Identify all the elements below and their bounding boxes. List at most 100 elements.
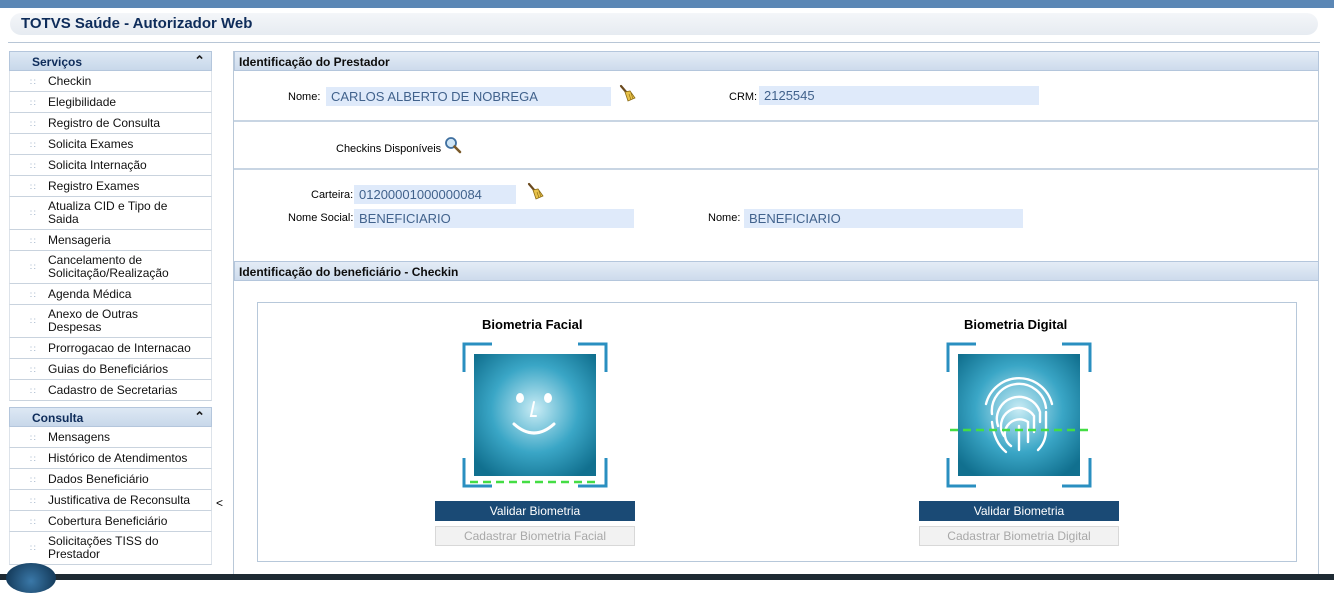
sidebar-item-prorrogacao[interactable]: ∷ Prorrogacao de Internacao (9, 338, 212, 359)
window-top-strip (0, 0, 1334, 8)
sidebar-item-label: Cancelamento de Solicitação/Realização (48, 253, 169, 280)
sidebar-item-label: Mensageria (48, 233, 111, 247)
sidebar-item-solicita-exames[interactable]: ∷ Solicita Exames (9, 134, 212, 155)
biometria-facial-title: Biometria Facial (482, 317, 583, 332)
checkins-label: Checkins Disponíveis (336, 143, 442, 155)
sidebar: Serviços ⌃ ∷ Checkin ∷ Elegibilidade ∷ Regi… (9, 51, 212, 565)
cadastrar-biometria-facial-button[interactable]: Cadastrar Biometria Facial (435, 526, 635, 546)
sidebar-item-label: Cobertura Beneficiário (48, 514, 168, 528)
bullet-icon: ∷ (30, 98, 36, 108)
main-content: Identificação do Prestador Nome: CARLOS … (233, 51, 1319, 576)
bullet-icon: ∷ (30, 119, 36, 129)
bullet-icon: ∷ (30, 517, 36, 527)
bullet-icon: ∷ (30, 496, 36, 506)
biometria-digital-title: Biometria Digital (964, 317, 1068, 332)
sidebar-item-label: Solicitações TISS do Prestador (48, 534, 159, 561)
sidebar-item-dados-beneficiario[interactable]: ∷ Dados Beneficiário (9, 469, 212, 490)
sidebar-item-label: Prorrogacao de Internacao (48, 341, 191, 355)
bullet-icon: ∷ (30, 161, 36, 171)
beneficiario-nome-field: BENEFICIARIO (744, 209, 1023, 228)
section-header-consulta[interactable]: Consulta ⌃ (9, 407, 212, 427)
bullet-icon: ∷ (30, 365, 36, 375)
nome-social-label: Nome Social: (288, 212, 354, 224)
sidebar-item-label: Agenda Médica (48, 287, 132, 301)
section-title: Serviços (32, 55, 83, 69)
prestador-header-title: Identificação do Prestador (239, 55, 390, 69)
bullet-icon: ∷ (30, 290, 36, 300)
sidebar-item-registro-consulta[interactable]: ∷ Registro de Consulta (9, 113, 212, 134)
bullet-icon: ∷ (30, 262, 36, 272)
section-header-servicos[interactable]: Serviços ⌃ (9, 51, 212, 71)
sidebar-item-cobertura[interactable]: ∷ Cobertura Beneficiário (9, 511, 212, 532)
broom-icon[interactable] (618, 84, 636, 105)
sidebar-item-label: Dados Beneficiário (48, 472, 149, 486)
broom-icon[interactable] (526, 182, 544, 203)
sidebar-item-historico[interactable]: ∷ Histórico de Atendimentos (9, 448, 212, 469)
app-title-bar: TOTVS Saúde - Autorizador Web (10, 13, 1318, 35)
bullet-icon: ∷ (30, 182, 36, 192)
os-taskbar (0, 574, 1334, 580)
crm-label: CRM: (729, 91, 758, 103)
sidebar-item-mensagens[interactable]: ∷ Mensagens (9, 427, 212, 448)
sidebar-item-elegibilidade[interactable]: ∷ Elegibilidade (9, 92, 212, 113)
bullet-icon: ∷ (30, 316, 36, 326)
sidebar-item-anexo-despesas[interactable]: ∷ Anexo de Outras Despesas (9, 305, 212, 338)
bullet-icon: ∷ (30, 475, 36, 485)
sidebar-item-label: Registro de Consulta (48, 116, 161, 130)
carteira-label: Carteira: (311, 189, 354, 201)
magnifier-icon[interactable] (444, 136, 462, 157)
collapse-sidebar-toggle[interactable]: < (216, 496, 223, 510)
crm-field: 2125545 (759, 86, 1039, 105)
bullet-icon: ∷ (30, 77, 36, 87)
sidebar-item-label: Checkin (48, 74, 92, 88)
prestador-nome-label: Nome: (288, 91, 321, 103)
validar-biometria-facial-button[interactable]: Validar Biometria (435, 501, 635, 521)
start-button-icon[interactable] (6, 563, 56, 593)
sidebar-item-label: Guias do Beneficiários (48, 362, 169, 376)
fingerprint-scan-icon (946, 342, 1092, 491)
checkin-header-title: Identificação do beneficiário - Checkin (239, 265, 459, 279)
section-title: Consulta (32, 411, 84, 425)
carteira-field: 01200001000000084 (354, 185, 516, 204)
sidebar-item-label: Registro Exames (48, 179, 140, 193)
bullet-icon: ∷ (30, 543, 36, 553)
sidebar-item-label: Elegibilidade (48, 95, 117, 109)
nome-social-field: BENEFICIARIO (354, 209, 634, 228)
bullet-icon: ∷ (30, 386, 36, 396)
app-title: TOTVS Saúde - Autorizador Web (21, 15, 253, 32)
bullet-icon: ∷ (30, 454, 36, 464)
sidebar-item-cadastro-secretarias[interactable]: ∷ Cadastro de Secretarias (9, 380, 212, 401)
validar-biometria-digital-button[interactable]: Validar Biometria (919, 501, 1119, 521)
divider (234, 168, 1319, 170)
cadastrar-biometria-digital-button[interactable]: Cadastrar Biometria Digital (919, 526, 1119, 546)
sidebar-item-label: Justificativa de Reconsulta (48, 493, 191, 507)
title-divider (8, 42, 1320, 43)
bullet-icon: ∷ (30, 140, 36, 150)
sidebar-item-label: Cadastro de Secretarias (48, 383, 178, 397)
biometria-panel: Biometria Facial Validar Biometria Cadas… (257, 302, 1297, 562)
sidebar-item-cancelamento[interactable]: ∷ Cancelamento de Solicitação/Realização (9, 251, 212, 284)
bullet-icon: ∷ (30, 433, 36, 443)
bullet-icon: ∷ (30, 344, 36, 354)
sidebar-item-label: Histórico de Atendimentos (48, 451, 188, 465)
sidebar-item-label: Solicita Exames (48, 137, 134, 151)
sidebar-item-registro-exames[interactable]: ∷ Registro Exames (9, 176, 212, 197)
sidebar-item-label: Solicita Internação (48, 158, 147, 172)
sidebar-item-checkin[interactable]: ∷ Checkin (9, 71, 212, 92)
sidebar-item-justificativa[interactable]: ∷ Justificativa de Reconsulta (9, 490, 212, 511)
sidebar-item-label: Atualiza CID e Tipo de Saida (48, 199, 168, 226)
sidebar-item-solicita-internacao[interactable]: ∷ Solicita Internação (9, 155, 212, 176)
chevron-up-icon[interactable]: ⌃ (194, 409, 205, 425)
sidebar-item-solicitacoes-tiss[interactable]: ∷ Solicitações TISS do Prestador (9, 532, 212, 565)
checkin-header: Identificação do beneficiário - Checkin (234, 261, 1319, 281)
sidebar-item-atualiza-cid[interactable]: ∷ Atualiza CID e Tipo de Saida (9, 197, 212, 230)
beneficiario-nome-label: Nome: (708, 212, 741, 224)
bullet-icon: ∷ (30, 208, 36, 218)
sidebar-item-label: Anexo de Outras Despesas (48, 307, 139, 334)
chevron-up-icon[interactable]: ⌃ (194, 53, 205, 69)
bullet-icon: ∷ (30, 236, 36, 246)
sidebar-item-guias[interactable]: ∷ Guias do Beneficiários (9, 359, 212, 380)
divider (234, 120, 1319, 122)
sidebar-item-mensageria[interactable]: ∷ Mensageria (9, 230, 212, 251)
sidebar-item-agenda-medica[interactable]: ∷ Agenda Médica (9, 284, 212, 305)
